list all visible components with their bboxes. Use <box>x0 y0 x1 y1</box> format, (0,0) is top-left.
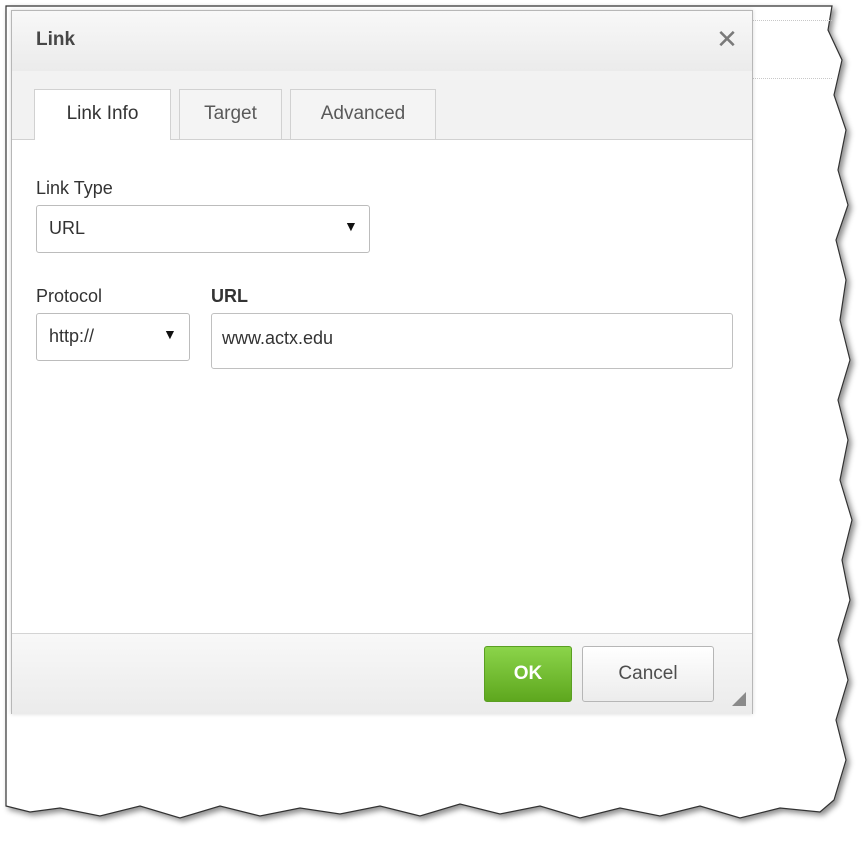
tab-link-info[interactable]: Link Info <box>34 89 171 140</box>
dialog-titlebar[interactable]: Link ✕ <box>12 11 752 72</box>
protocol-label: Protocol <box>36 286 103 306</box>
chevron-down-icon: ▼ <box>344 218 358 234</box>
resize-grip-icon[interactable] <box>732 692 746 706</box>
link-dialog: Link ✕ Link Info Target Advanced Link Ty… <box>11 10 753 714</box>
link-type-value: URL <box>49 218 86 238</box>
protocol-value: http:// <box>49 326 95 346</box>
url-label: URL <box>211 286 248 306</box>
ok-button[interactable]: OK <box>484 646 572 702</box>
link-type-select[interactable]: URL ▼ <box>36 205 370 253</box>
url-input[interactable]: www.actx.edu <box>211 313 733 369</box>
editor-border-line <box>752 20 832 21</box>
link-type-label: Link Type <box>36 178 113 198</box>
tab-advanced[interactable]: Advanced <box>290 89 436 139</box>
chevron-down-icon: ▼ <box>163 326 177 342</box>
tab-target[interactable]: Target <box>179 89 282 139</box>
editor-border-line <box>752 78 832 79</box>
tab-strip: Link Info Target Advanced <box>12 71 752 140</box>
close-icon[interactable]: ✕ <box>714 26 740 52</box>
dialog-title: Link <box>36 29 76 50</box>
protocol-select[interactable]: http:// ▼ <box>36 313 190 361</box>
dialog-footer: OK Cancel <box>12 633 752 714</box>
cancel-button[interactable]: Cancel <box>582 646 714 702</box>
